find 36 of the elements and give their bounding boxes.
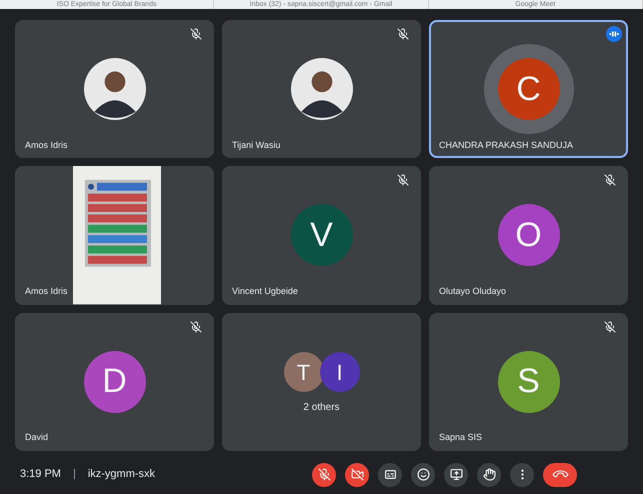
avatar-initial: V (290, 204, 352, 266)
end-call-button[interactable] (543, 462, 577, 486)
camera-off-icon (350, 468, 364, 481)
mic-off-icon (318, 468, 330, 481)
meeting-time: 3:19 PM (20, 467, 61, 482)
participant-name: Amos Idris (25, 285, 68, 298)
others-count: 2 others (303, 401, 340, 416)
avatar-initial: O (498, 204, 560, 266)
avatar-initial: I (320, 352, 360, 392)
participant-name: Amos Idris (25, 138, 68, 152)
participant-name: Sapna SIS (439, 431, 482, 444)
participant-name: David (25, 431, 48, 444)
avatar-icon (290, 58, 352, 120)
mic-off-button[interactable] (312, 462, 336, 486)
emoji-button[interactable] (411, 462, 435, 486)
avatar-initial: T (284, 352, 324, 392)
screen-upload-icon (450, 468, 462, 481)
camera-off-button[interactable] (345, 462, 369, 486)
avatar-icon (84, 58, 146, 120)
smiley-icon (416, 468, 430, 481)
participant-name: Vincent Ugbeide (232, 285, 298, 298)
participant-name: Olutayo Oludayo (439, 285, 506, 298)
meeting-code: ikz-ygmm-sxk (88, 467, 156, 482)
captions-icon (384, 468, 396, 481)
more-options-button[interactable] (510, 462, 534, 486)
participant-name: Tijani Wasiu (232, 138, 280, 152)
avatar-initial: S (498, 350, 560, 413)
separator: | (72, 467, 76, 482)
avatar-initial: C (498, 58, 560, 120)
present-button[interactable] (444, 462, 468, 486)
captions-button[interactable] (378, 462, 402, 486)
hand-icon (482, 468, 496, 481)
participant-name: CHANDRA PRAKASH SANDUJA (439, 138, 574, 152)
speaking-indicator-icon (606, 26, 622, 42)
avatar-initial: D (84, 350, 146, 413)
raise-hand-button[interactable] (477, 462, 501, 486)
